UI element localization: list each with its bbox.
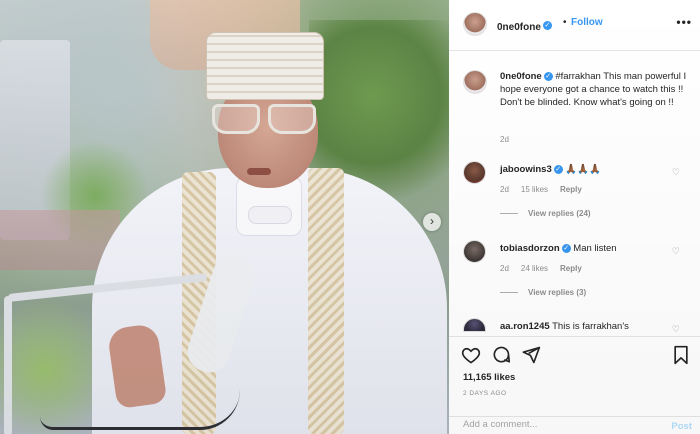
comment-like-icon[interactable]: ♡	[672, 246, 680, 257]
comment-like-icon[interactable]: ♡	[672, 324, 680, 335]
comment-text: This is farrakhan's	[552, 321, 629, 332]
speech-bubble-icon[interactable]	[491, 345, 511, 365]
post-comment-button[interactable]: Post	[671, 421, 692, 432]
more-options-icon[interactable]: •••	[676, 15, 692, 29]
heart-outline-icon[interactable]	[461, 345, 481, 365]
comment-meta: 2d 24 likes Reply	[500, 264, 594, 273]
speaker-glasses	[212, 104, 318, 138]
caption-timestamp[interactable]: 2d	[500, 135, 509, 144]
add-comment-bar: Post	[449, 416, 700, 434]
commenter-username[interactable]: tobiasdorzon	[500, 243, 560, 254]
post-caption: 0ne0fone ✓ #farrakhan This man powerful I…	[500, 70, 692, 109]
comment-meta: 2d 15 likes Reply	[500, 185, 594, 194]
comment-body: aa.ron1245 This is farrakhan's	[500, 321, 629, 332]
reply-button[interactable]: Reply	[560, 185, 582, 194]
commenter-avatar[interactable]	[463, 318, 486, 332]
post-date[interactable]: 2 DAYS AGO	[463, 390, 507, 397]
reply-button[interactable]: Reply	[560, 264, 582, 273]
post-header: 0ne0fone ✓ • Follow •••	[449, 0, 700, 51]
follow-button[interactable]: Follow	[571, 17, 603, 28]
comment-text: 🙏🏾🙏🏾🙏🏾	[565, 164, 601, 175]
post-photo[interactable]: ›	[0, 0, 449, 434]
author-avatar[interactable]	[463, 12, 487, 36]
commenter-avatar[interactable]	[463, 161, 486, 184]
verified-badge-icon: ✓	[543, 71, 553, 81]
verified-badge-icon: ✓	[542, 21, 552, 31]
author-username[interactable]: 0ne0fone	[497, 22, 541, 33]
header-separator: •	[563, 17, 567, 28]
paper-plane-icon[interactable]	[521, 345, 541, 365]
speaker-bow-tie	[248, 206, 292, 224]
verified-badge-icon: ✓	[553, 164, 563, 174]
speaker-mouth	[247, 168, 271, 175]
bookmark-icon[interactable]	[671, 345, 691, 365]
commenter-avatar[interactable]	[463, 240, 486, 263]
caption-avatar[interactable]	[463, 70, 487, 94]
microphone-stand-pole	[4, 296, 12, 434]
post-actions: 11,165 likes 2 DAYS AGO Post	[449, 336, 700, 434]
caption-username[interactable]: 0ne0fone	[500, 71, 542, 82]
microphone-cable	[40, 390, 240, 430]
commenter-username[interactable]: jaboowins3	[500, 164, 552, 175]
comment-body: tobiasdorzon ✓ Man listen	[500, 243, 617, 254]
carousel-next-icon[interactable]: ›	[423, 213, 441, 231]
comment-text: Man listen	[573, 243, 617, 254]
verified-badge-icon: ✓	[561, 243, 571, 253]
comment-time[interactable]: 2d	[500, 264, 509, 273]
comment-likes[interactable]: 15 likes	[521, 185, 548, 194]
robe-trim-right	[308, 168, 344, 434]
author-username-row[interactable]: 0ne0fone ✓	[497, 17, 552, 35]
add-comment-input[interactable]	[463, 419, 643, 430]
commenter-username[interactable]: aa.ron1245	[500, 321, 550, 332]
likes-count[interactable]: 11,165 likes	[463, 372, 515, 383]
view-replies-button[interactable]: View replies (24)	[500, 209, 591, 218]
comment-time[interactable]: 2d	[500, 185, 509, 194]
comment-likes[interactable]: 24 likes	[521, 264, 548, 273]
speaker-hat	[206, 32, 324, 100]
comment-body: jaboowins3 ✓ 🙏🏾🙏🏾🙏🏾	[500, 164, 601, 175]
view-replies-button[interactable]: View replies (3)	[500, 288, 586, 297]
view-replies-label: View replies (24)	[528, 209, 591, 218]
post-side-panel: 0ne0fone ✓ • Follow ••• 0ne0fone ✓ #farrak…	[449, 0, 700, 434]
comment-like-icon[interactable]: ♡	[672, 167, 680, 178]
view-replies-label: View replies (3)	[528, 288, 587, 297]
